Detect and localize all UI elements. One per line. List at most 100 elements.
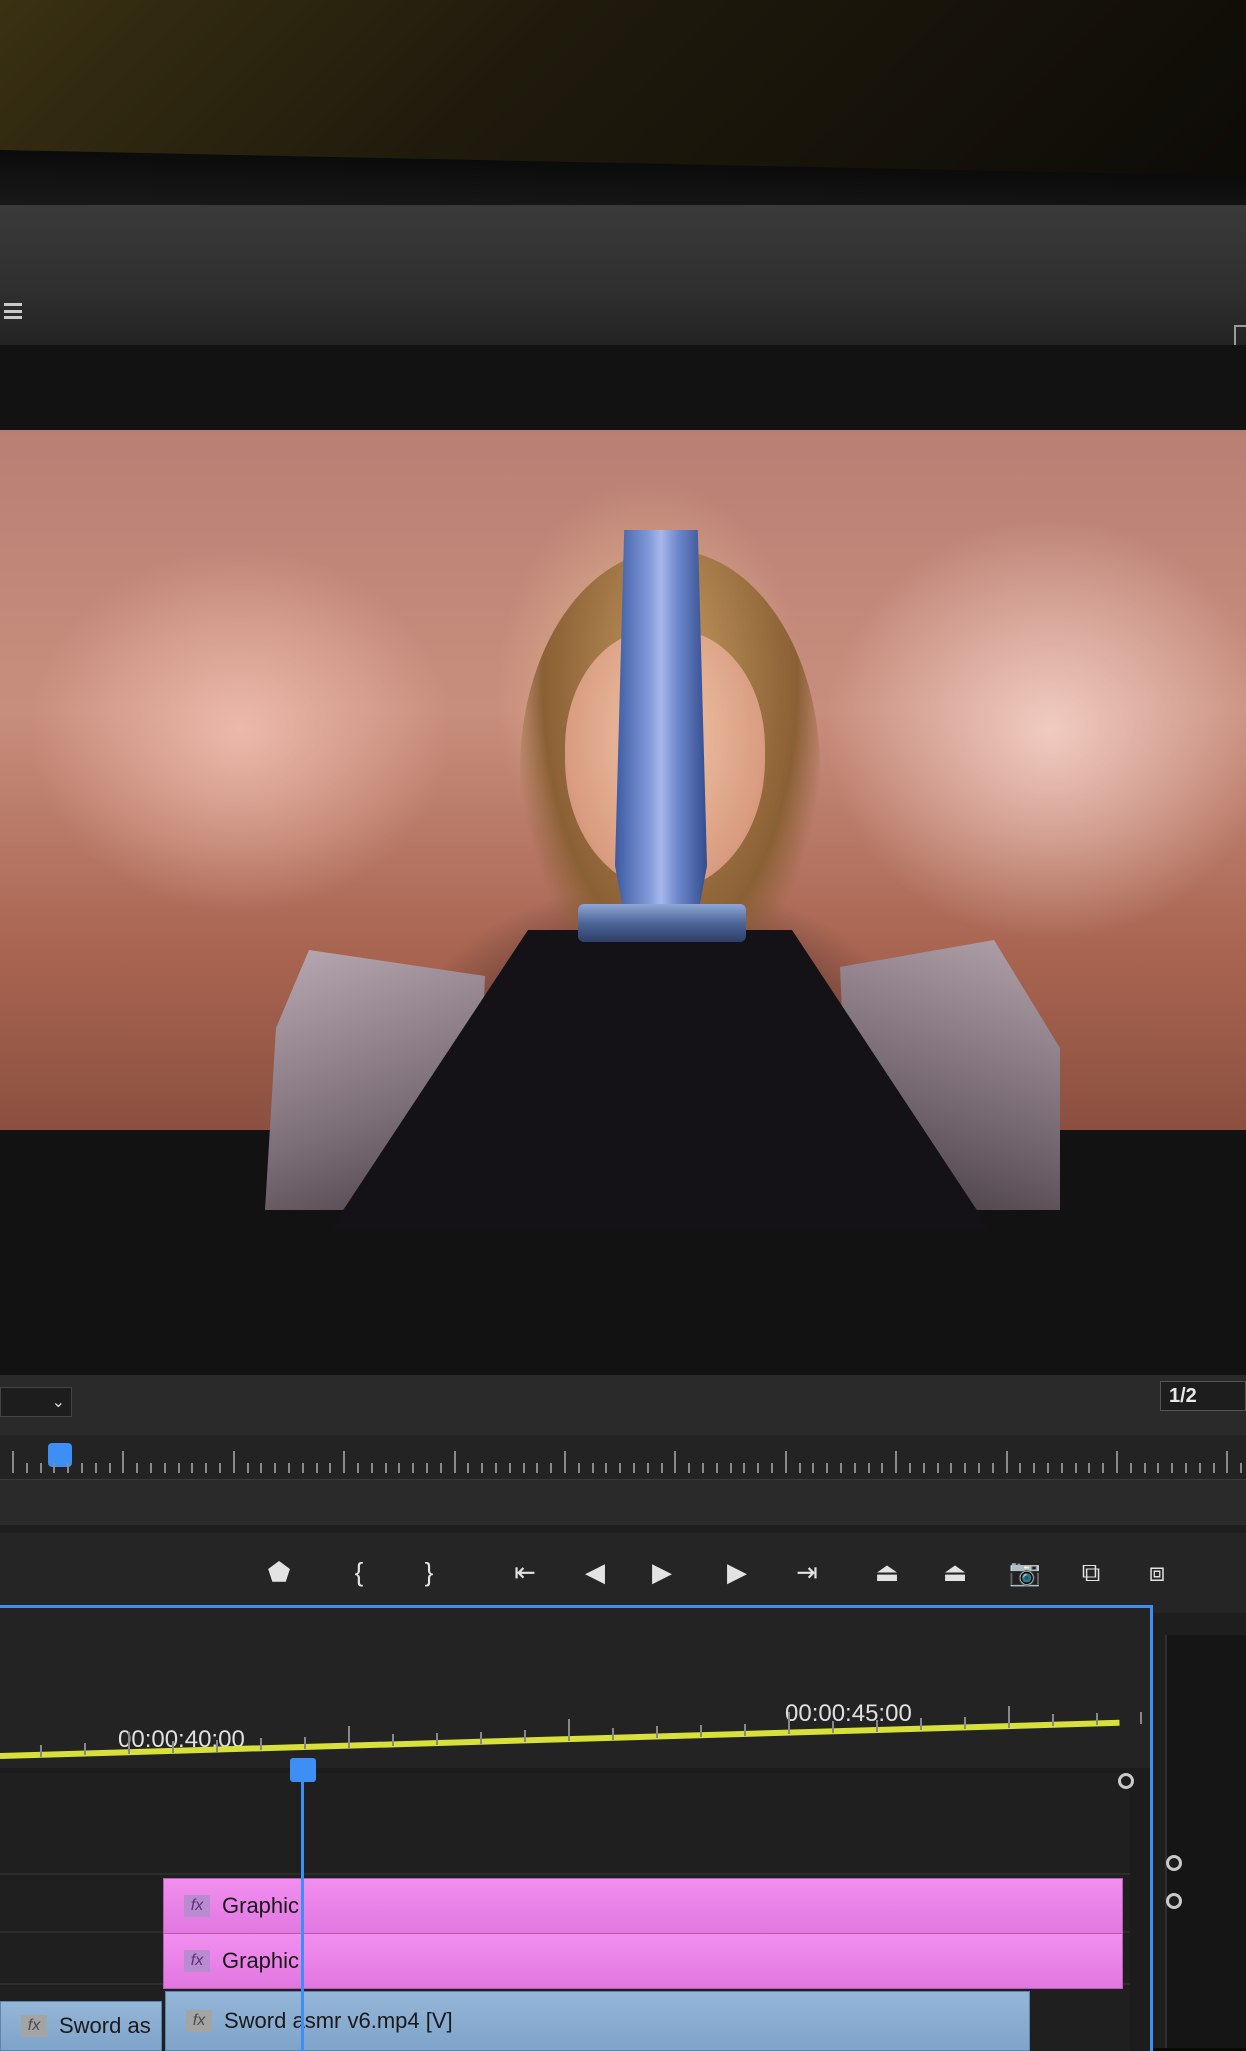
ruler-tick [1060, 1463, 1063, 1473]
ruler-tick [25, 1463, 28, 1473]
ruler-tick [163, 1463, 166, 1473]
ruler-tick [1240, 1463, 1243, 1473]
ruler-tick [436, 1732, 438, 1745]
ruler-tick [771, 1463, 773, 1473]
fx-icon: fx [186, 2010, 212, 2032]
ruler-tick [260, 1738, 262, 1751]
ruler-tick [392, 1734, 394, 1747]
ruler-tick [1047, 1463, 1049, 1473]
ruler-tick [136, 1463, 139, 1473]
ruler-tick [964, 1463, 967, 1473]
mark-in-button[interactable]: { [342, 1555, 376, 1589]
scroll-handle-icon[interactable] [1166, 1855, 1182, 1871]
ruler-tick [219, 1463, 221, 1473]
ruler-tick [39, 1463, 42, 1473]
program-monitor-viewer [0, 345, 1246, 1375]
ruler-tick [508, 1463, 511, 1473]
graphic-clip[interactable]: fx Graphic [163, 1933, 1123, 1989]
insert-button[interactable]: ⧉ [1074, 1555, 1108, 1589]
ruler-tick [1008, 1705, 1010, 1728]
ruler-tick [853, 1463, 856, 1473]
ruler-tick [840, 1463, 842, 1473]
play-button[interactable]: ▶ [645, 1555, 679, 1589]
ruler-tick [1074, 1463, 1077, 1473]
ruler-tick [577, 1463, 580, 1473]
clip-label: Graphic [222, 1948, 300, 1973]
ruler-tick [950, 1463, 953, 1473]
ruler-tick [384, 1463, 387, 1473]
playback-resolution[interactable]: 1/2 [1160, 1381, 1246, 1411]
ruler-tick [329, 1463, 332, 1473]
ruler-tick [246, 1463, 249, 1473]
overwrite-button[interactable]: ⧈ [1140, 1555, 1174, 1589]
ruler-tick [1143, 1463, 1146, 1473]
clip-label: Sword as [59, 2013, 151, 2038]
ruler-tick [702, 1463, 704, 1473]
ruler-tick [832, 1721, 834, 1734]
resolution-select[interactable]: ⌄ [0, 1387, 72, 1417]
add-marker-button[interactable]: ⬟ [262, 1555, 296, 1589]
extract-button[interactable]: ⏏ [938, 1555, 972, 1589]
ruler-tick [909, 1463, 911, 1473]
frame-sword-crossguard [578, 904, 746, 942]
step-forward-button[interactable]: ▶ [720, 1555, 754, 1589]
ruler-tick [53, 1463, 56, 1473]
scroll-handle-icon[interactable] [1166, 1893, 1182, 1909]
ruler-tick [524, 1730, 526, 1743]
video-clip[interactable]: fx Sword asmr v6.mp4 [V] [165, 1991, 1030, 2051]
ruler-tick [1052, 1714, 1054, 1727]
step-back-button[interactable]: ◀ [578, 1555, 612, 1589]
ruler-tick [216, 1739, 218, 1752]
ruler-tick [274, 1463, 277, 1473]
video-clip[interactable]: fx Sword as [0, 2001, 162, 2051]
ruler-tick [536, 1463, 539, 1473]
ruler-tick [674, 1451, 677, 1473]
fx-icon: fx [184, 1950, 210, 1972]
ruler-tick [660, 1463, 663, 1473]
timeline-ruler[interactable]: 00:00:40:00 00:00:45:00 [0, 1608, 1150, 1768]
ruler-tick [784, 1451, 787, 1473]
ruler-tick [656, 1726, 658, 1739]
ruler-tick [568, 1718, 570, 1741]
ruler-tick [1198, 1463, 1201, 1473]
premiere-window: ⌄ 1/2 ⬟ {} ⇤ ◀ ▶ ▶ ⇥ ⏏ ⏏ 📷 ⧉ ⧈ 00:00:40:00 00:00:45… [0, 205, 1246, 2051]
scroll-handle-icon[interactable] [1118, 1773, 1134, 1789]
transport-buttons: ⬟ {} ⇤ ◀ ▶ ▶ ⇥ ⏏ ⏏ 📷 ⧉ ⧈ [0, 1533, 1246, 1613]
monitor-time-ruler[interactable] [0, 1435, 1246, 1480]
ruler-tick [798, 1463, 801, 1473]
ruler-tick [453, 1451, 456, 1473]
ruler-tick [260, 1463, 263, 1473]
ruler-tick [439, 1463, 442, 1473]
lift-button[interactable]: ⏏ [870, 1555, 904, 1589]
export-frame-button[interactable]: 📷 [1008, 1555, 1042, 1589]
ruler-tick [920, 1718, 922, 1731]
ruler-tick [1019, 1463, 1022, 1473]
go-to-in-button[interactable]: ⇤ [508, 1555, 542, 1589]
ruler-tick [700, 1725, 702, 1737]
ruler-tick [94, 1463, 97, 1473]
ruler-tick [1226, 1451, 1229, 1473]
ruler-tick [12, 1451, 14, 1473]
ruler-tick [232, 1451, 235, 1473]
chevron-down-icon: ⌄ [51, 1394, 65, 1411]
ruler-tick [591, 1463, 594, 1473]
ruler-tick [495, 1463, 497, 1473]
ruler-tick [128, 1732, 130, 1755]
playhead-line[interactable] [301, 1778, 304, 2051]
ruler-tick [343, 1451, 346, 1473]
ruler-tick [612, 1727, 614, 1740]
graphic-clip[interactable]: fx Graphic [163, 1878, 1123, 1934]
ruler-tick [715, 1463, 718, 1473]
ruler-tick [744, 1723, 746, 1736]
ruler-tick [936, 1463, 939, 1473]
ruler-tick [122, 1451, 125, 1473]
panel-corner-icon[interactable] [1234, 325, 1246, 347]
track-area: fx Graphic fx Graphic fx Sword as fx Swo… [0, 1773, 1130, 2051]
audio-meter-panel [1165, 1635, 1246, 2048]
ruler-tick [481, 1463, 484, 1473]
ruler-tick [1096, 1713, 1098, 1726]
ruler-tick [881, 1463, 884, 1473]
mark-out-button[interactable]: } [412, 1555, 446, 1589]
go-to-out-button[interactable]: ⇥ [790, 1555, 824, 1589]
panel-menu-icon[interactable] [4, 303, 22, 319]
